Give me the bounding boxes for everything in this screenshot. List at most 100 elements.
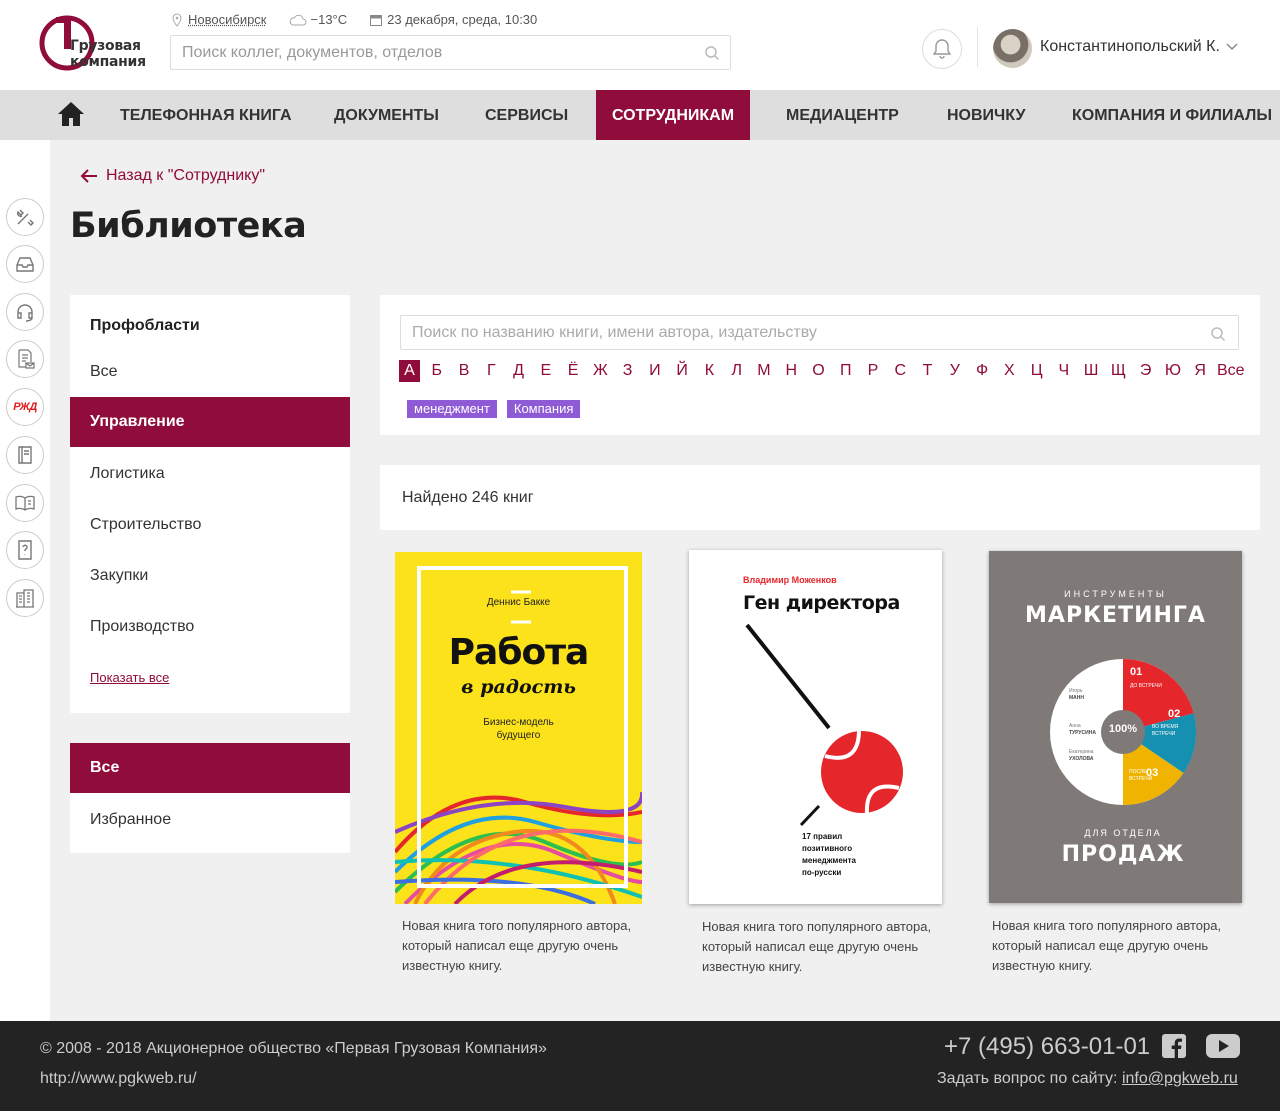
filter-option-production[interactable]: Производство [70, 602, 350, 652]
letter-23[interactable]: Ц [1026, 360, 1047, 382]
rail-item-inbox[interactable] [6, 245, 44, 283]
author-first: Анна [1069, 723, 1081, 729]
nav-item-mediacenter[interactable]: Медиацентр [786, 90, 899, 140]
letter-15[interactable]: О [808, 360, 829, 382]
letter-3[interactable]: Г [481, 360, 502, 382]
filter-option-management[interactable]: Управление [70, 397, 350, 447]
letter-7[interactable]: Ж [590, 360, 611, 382]
author-last: ТУРУСИНА [1069, 730, 1096, 736]
location[interactable]: Новосибирск [170, 12, 267, 27]
letter-4[interactable]: Д [508, 360, 529, 382]
letter-12[interactable]: Л [726, 360, 747, 382]
logo-line-2: компания [70, 54, 146, 70]
nav-item-newcomer[interactable]: Новичку [947, 90, 1025, 140]
tag-chip[interactable]: Компания [506, 400, 581, 418]
letter-10[interactable]: Й [672, 360, 693, 382]
arrow-left-icon [80, 169, 97, 183]
rail-item-tools[interactable] [6, 198, 44, 236]
library-search-panel: АБВГДЕЁЖЗИЙКЛМНОПРСТУФХЦЧШЩЭЮЯ Все менедж… [380, 295, 1260, 435]
filter-option-construction[interactable]: Строительство [70, 500, 350, 550]
avatar[interactable] [993, 29, 1032, 68]
cover-author: Игорь МАНН [1069, 688, 1084, 702]
letter-21[interactable]: Ф [972, 360, 993, 382]
letter-8[interactable]: З [617, 360, 638, 382]
youtube-icon[interactable] [1206, 1033, 1240, 1059]
letter-16[interactable]: П [835, 360, 856, 382]
city-name[interactable]: Новосибирск [188, 12, 267, 27]
segment-label: ВО ВРЕМЯ ВСТРЕЧИ [1152, 724, 1179, 737]
letter-18[interactable]: С [890, 360, 911, 382]
rail-item-documents-mail[interactable] [6, 340, 44, 378]
cloud-icon [289, 14, 306, 25]
nav-item-services[interactable]: Сервисы [485, 90, 568, 140]
rail-item-book[interactable] [6, 436, 44, 474]
book-overline: ИНСТРУМЕНТЫ [1064, 589, 1167, 599]
alphabet-filter: А Б В Г Д Е Ё Ж З И Й К Л М Н О П Р С Т У Ф Х Ц Ч Ш Щ Э Ю Я Все [399, 360, 1245, 382]
letter-6[interactable]: Ё [563, 360, 584, 382]
email-link[interactable]: info@pgkweb.ru [1122, 1070, 1238, 1087]
letter-14[interactable]: Н [781, 360, 802, 382]
scope-option-all[interactable]: Все [70, 743, 350, 793]
letter-25[interactable]: Ш [1081, 360, 1102, 382]
book-title: МАРКЕТИНГА [1025, 603, 1206, 628]
facebook-icon[interactable] [1162, 1034, 1186, 1058]
inbox-icon [16, 257, 34, 272]
letter-19[interactable]: Т [917, 360, 938, 382]
letter-all[interactable]: Все [1217, 360, 1245, 382]
site-url[interactable]: http://www.pgkweb.ru/ [40, 1070, 197, 1088]
letter-24[interactable]: Ч [1053, 360, 1074, 382]
rail-item-support[interactable] [6, 293, 44, 331]
site-header: Грузовая компания Новосибирск −13°С 23 д… [0, 0, 1280, 90]
letter-26[interactable]: Щ [1108, 360, 1129, 382]
nav-item-company[interactable]: Компания и филиалы [1072, 90, 1272, 140]
book-cover[interactable]: ИНСТРУМЕНТЫ МАРКЕТИНГА 100% 01 ДО ВСТРЕЧ… [989, 551, 1242, 903]
book-cover[interactable]: Деннис Бакке Работа в радость Бизнес-мод… [395, 552, 642, 904]
letter-2[interactable]: В [454, 360, 475, 382]
book-cover[interactable]: Владимир Моженков Ген директора 17 прави… [689, 550, 942, 904]
tag-chip[interactable]: менеджмент [407, 400, 497, 418]
letter-13[interactable]: М [753, 360, 774, 382]
letter-0[interactable]: А [399, 360, 420, 382]
company-logo[interactable]: Грузовая компания [38, 14, 148, 74]
ask-question: Задать вопрос по сайту: info@pgkweb.ru [937, 1070, 1238, 1088]
show-all-link[interactable]: Показать все [90, 670, 169, 685]
book-title-sub: в радость [461, 676, 576, 698]
book-author: Владимир Моженков [743, 575, 837, 585]
nav-item-employees[interactable]: Сотрудникам [596, 90, 750, 140]
building-icon [16, 589, 34, 608]
tools-icon [17, 209, 34, 226]
filter-option-all[interactable]: Все [70, 347, 350, 397]
letter-29[interactable]: Я [1190, 360, 1211, 382]
filter-option-procurement[interactable]: Закупки [70, 551, 350, 601]
rail-item-rzd[interactable]: РЖД [6, 388, 44, 426]
book-description: Новая книга того популярного автора, кот… [702, 919, 932, 974]
search-icon[interactable] [1210, 326, 1226, 342]
letter-22[interactable]: Х [999, 360, 1020, 382]
search-icon[interactable] [704, 45, 720, 61]
nav-item-documents[interactable]: Документы [334, 90, 439, 140]
home-icon[interactable] [57, 101, 85, 127]
letter-11[interactable]: К [699, 360, 720, 382]
nav-item-phonebook[interactable]: Телефонная книга [120, 90, 292, 140]
letter-9[interactable]: И [644, 360, 665, 382]
global-search-input[interactable] [171, 36, 730, 69]
letter-5[interactable]: Е [535, 360, 556, 382]
letter-20[interactable]: У [944, 360, 965, 382]
letter-28[interactable]: Ю [1162, 360, 1183, 382]
user-menu[interactable]: Константинопольский К. [1040, 38, 1238, 56]
back-link[interactable]: Назад к "Сотруднику" [80, 167, 265, 185]
library-search-input[interactable] [401, 316, 1238, 349]
filter-option-logistics[interactable]: Логистика [70, 449, 350, 499]
phone-number[interactable]: +7 (495) 663-01-01 [944, 1033, 1150, 1061]
rail-item-faq[interactable] [6, 531, 44, 569]
logo-line-1: Грузовая [70, 38, 141, 54]
back-link-label: Назад к "Сотруднику" [106, 167, 265, 184]
letter-17[interactable]: Р [863, 360, 884, 382]
letter-27[interactable]: Э [1135, 360, 1156, 382]
rail-item-library[interactable] [6, 484, 44, 522]
global-search [170, 35, 731, 70]
notifications-button[interactable] [922, 29, 962, 69]
letter-1[interactable]: Б [426, 360, 447, 382]
rail-item-buildings[interactable] [6, 579, 44, 617]
scope-option-favorites[interactable]: Избранное [70, 795, 350, 845]
